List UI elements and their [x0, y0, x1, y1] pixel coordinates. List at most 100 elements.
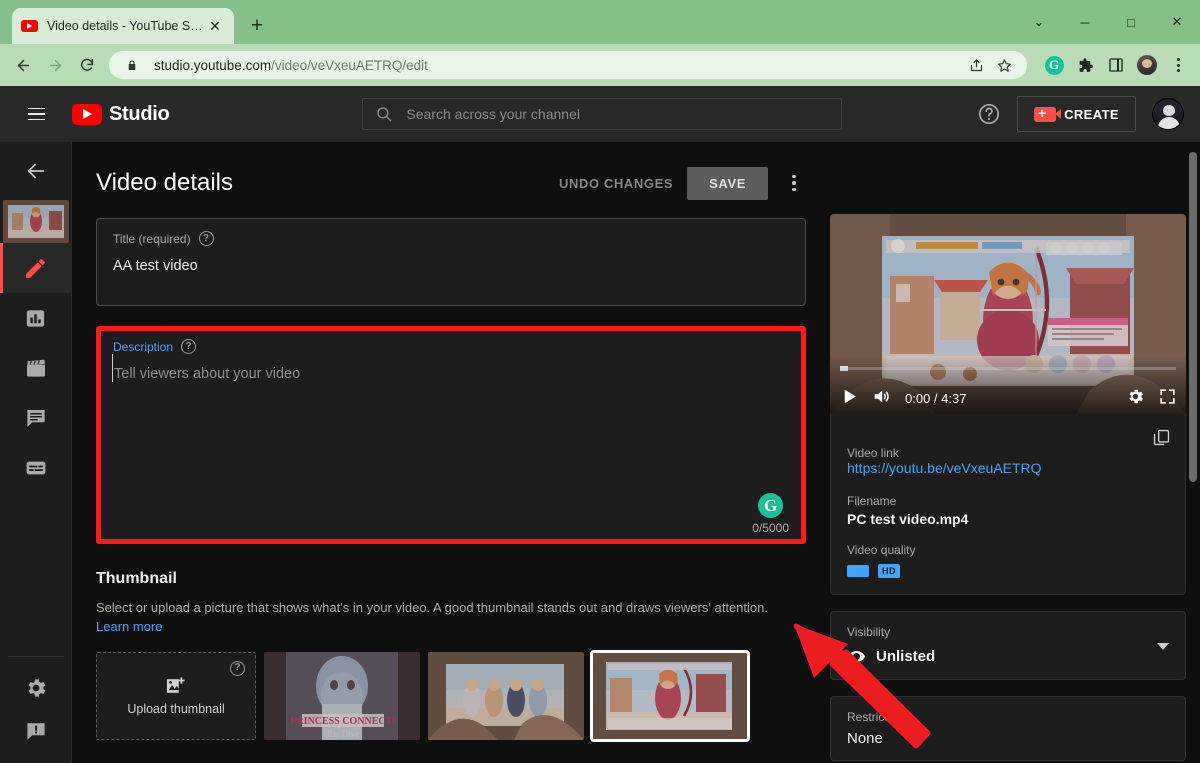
- back-arrow-icon[interactable]: [0, 142, 72, 200]
- back-icon[interactable]: [8, 50, 38, 80]
- preview-column: 0:00 / 4:37: [830, 142, 1186, 761]
- channel-avatar[interactable]: [1152, 98, 1184, 130]
- filename-label: Filename: [847, 494, 1169, 508]
- star-icon[interactable]: [991, 52, 1017, 78]
- close-window-icon[interactable]: ✕: [1154, 6, 1200, 38]
- share-icon[interactable]: [963, 52, 989, 78]
- help-icon[interactable]: [977, 102, 1001, 126]
- content-columns: Video details UNDO CHANGES SAVE Title (r…: [72, 142, 1200, 761]
- create-button[interactable]: CREATE: [1017, 96, 1136, 132]
- learn-more-link[interactable]: Learn more: [96, 619, 162, 634]
- scrollbar-thumb[interactable]: [1189, 152, 1197, 482]
- sidebar-item-subtitles[interactable]: [0, 443, 72, 493]
- volume-icon[interactable]: [871, 387, 891, 406]
- visibility-label: Visibility: [847, 625, 1169, 639]
- sidebar-item-details[interactable]: [0, 243, 72, 293]
- studio-body: Video details UNDO CHANGES SAVE Title (r…: [0, 142, 1200, 763]
- subtitles-icon: [24, 456, 48, 480]
- eye-icon: [847, 647, 866, 666]
- add-image-icon: [165, 676, 187, 695]
- sidebar-item-comments[interactable]: [0, 393, 72, 443]
- hamburger-icon[interactable]: [16, 94, 56, 134]
- forward-icon[interactable]: [40, 50, 70, 80]
- search-input[interactable]: Search across your channel: [362, 98, 842, 130]
- extensions-icon[interactable]: [1071, 51, 1099, 79]
- browser-tab[interactable]: Video details - YouTube Studio ✕: [12, 8, 234, 44]
- title-field[interactable]: Title (required) ? AA test video: [96, 218, 806, 306]
- description-placeholder: Tell viewers about your video: [112, 354, 789, 382]
- description-label: Description: [113, 340, 173, 354]
- thumbnail-option-3[interactable]: [592, 652, 748, 740]
- window-controls: ⌄ ─ □ ✕: [1016, 0, 1200, 44]
- gear-icon[interactable]: [1126, 387, 1145, 406]
- video-sidebar: [0, 142, 72, 763]
- page-header: Video details UNDO CHANGES SAVE: [96, 142, 806, 218]
- visibility-card[interactable]: Visibility Unlisted: [830, 611, 1186, 680]
- address-bar[interactable]: studio.youtube.com/video/veVxeuAETRQ/edi…: [109, 51, 1027, 79]
- content-scrollbar[interactable]: [1186, 142, 1200, 763]
- video-info-card: Video link https://youtu.be/veVxeuAETRQ …: [830, 414, 1186, 595]
- studio-logo-text: Studio: [109, 103, 169, 126]
- tab-strip: Video details - YouTube Studio ✕ + ⌄ ─ □…: [0, 0, 1200, 44]
- sidebar-item-editor[interactable]: [0, 343, 72, 393]
- sidebar-item-settings[interactable]: [0, 663, 72, 713]
- restrictions-value: None: [847, 730, 1169, 747]
- thumbnail-option-1[interactable]: PRINCESS CONNECT! Re: Dive: [264, 652, 420, 740]
- youtube-icon: [72, 104, 102, 125]
- upload-thumbnail-button[interactable]: ? Upload thumbnail: [96, 652, 256, 740]
- thumbnail-option-2[interactable]: [428, 652, 584, 740]
- new-tab-button[interactable]: +: [242, 10, 272, 40]
- more-options-icon[interactable]: [782, 175, 806, 192]
- description-field[interactable]: Description ? Tell viewers about your vi…: [96, 326, 806, 544]
- search-icon: [375, 105, 393, 123]
- help-icon[interactable]: ?: [181, 339, 196, 354]
- player-time: 0:00 / 4:37: [905, 391, 966, 406]
- sidebar-item-analytics[interactable]: [0, 293, 72, 343]
- gear-icon: [24, 676, 48, 700]
- video-link-value[interactable]: https://youtu.be/veVxeuAETRQ: [847, 460, 1042, 476]
- visibility-row: Unlisted: [847, 647, 1169, 666]
- filename-group: Filename PC test video.mp4: [847, 494, 1169, 527]
- quality-bar: [847, 565, 869, 577]
- fullscreen-icon[interactable]: [1159, 388, 1176, 405]
- description-footer: G 0/5000: [752, 493, 789, 535]
- reload-icon[interactable]: [72, 50, 102, 80]
- title-label-row: Title (required) ?: [113, 231, 789, 246]
- browser-menu-icon[interactable]: [1164, 51, 1192, 79]
- three-dot-glyph: [1177, 58, 1180, 72]
- play-icon[interactable]: [840, 387, 859, 406]
- help-icon[interactable]: ?: [199, 231, 214, 246]
- minimize-icon[interactable]: ─: [1062, 6, 1108, 38]
- grammarly-icon[interactable]: G: [758, 493, 783, 518]
- visibility-value: Unlisted: [876, 648, 935, 665]
- profile-avatar[interactable]: [1133, 51, 1161, 79]
- save-button[interactable]: SAVE: [687, 167, 768, 200]
- grammarly-glyph: G: [1045, 56, 1064, 75]
- studio-logo[interactable]: Studio: [72, 103, 169, 126]
- description-field-wrapper: Description ? Tell viewers about your vi…: [96, 326, 806, 544]
- side-panel-icon[interactable]: [1102, 51, 1130, 79]
- title-value: AA test video: [113, 246, 789, 274]
- video-player[interactable]: 0:00 / 4:37: [830, 214, 1186, 414]
- tab-search-icon[interactable]: ⌄: [1016, 6, 1062, 38]
- restrictions-card[interactable]: Restrictions None: [830, 696, 1186, 761]
- thumbnail-options-row: ? Upload thumbnail: [96, 652, 806, 740]
- undo-changes-button[interactable]: UNDO CHANGES: [559, 176, 673, 191]
- quality-label: Video quality: [847, 543, 1169, 557]
- page-actions: UNDO CHANGES SAVE: [559, 167, 806, 200]
- video-link-label: Video link: [847, 446, 1169, 460]
- browser-toolbar: studio.youtube.com/video/veVxeuAETRQ/edi…: [0, 44, 1200, 86]
- sidebar-item-feedback[interactable]: [0, 713, 72, 763]
- pencil-icon: [23, 256, 48, 281]
- close-icon[interactable]: ✕: [205, 16, 225, 36]
- browser-window: Video details - YouTube Studio ✕ + ⌄ ─ □…: [0, 0, 1200, 763]
- copy-icon[interactable]: [1152, 428, 1171, 452]
- chevron-down-icon[interactable]: [1157, 643, 1169, 650]
- maximize-icon[interactable]: □: [1108, 6, 1154, 38]
- grammarly-extension-icon[interactable]: G: [1040, 51, 1068, 79]
- quality-group: Video quality HD: [847, 543, 1169, 578]
- upload-thumbnail-label: Upload thumbnail: [127, 702, 224, 716]
- help-icon[interactable]: ?: [230, 661, 245, 676]
- avatar-image: [1137, 55, 1157, 75]
- thumbnail-heading: Thumbnail: [96, 570, 806, 588]
